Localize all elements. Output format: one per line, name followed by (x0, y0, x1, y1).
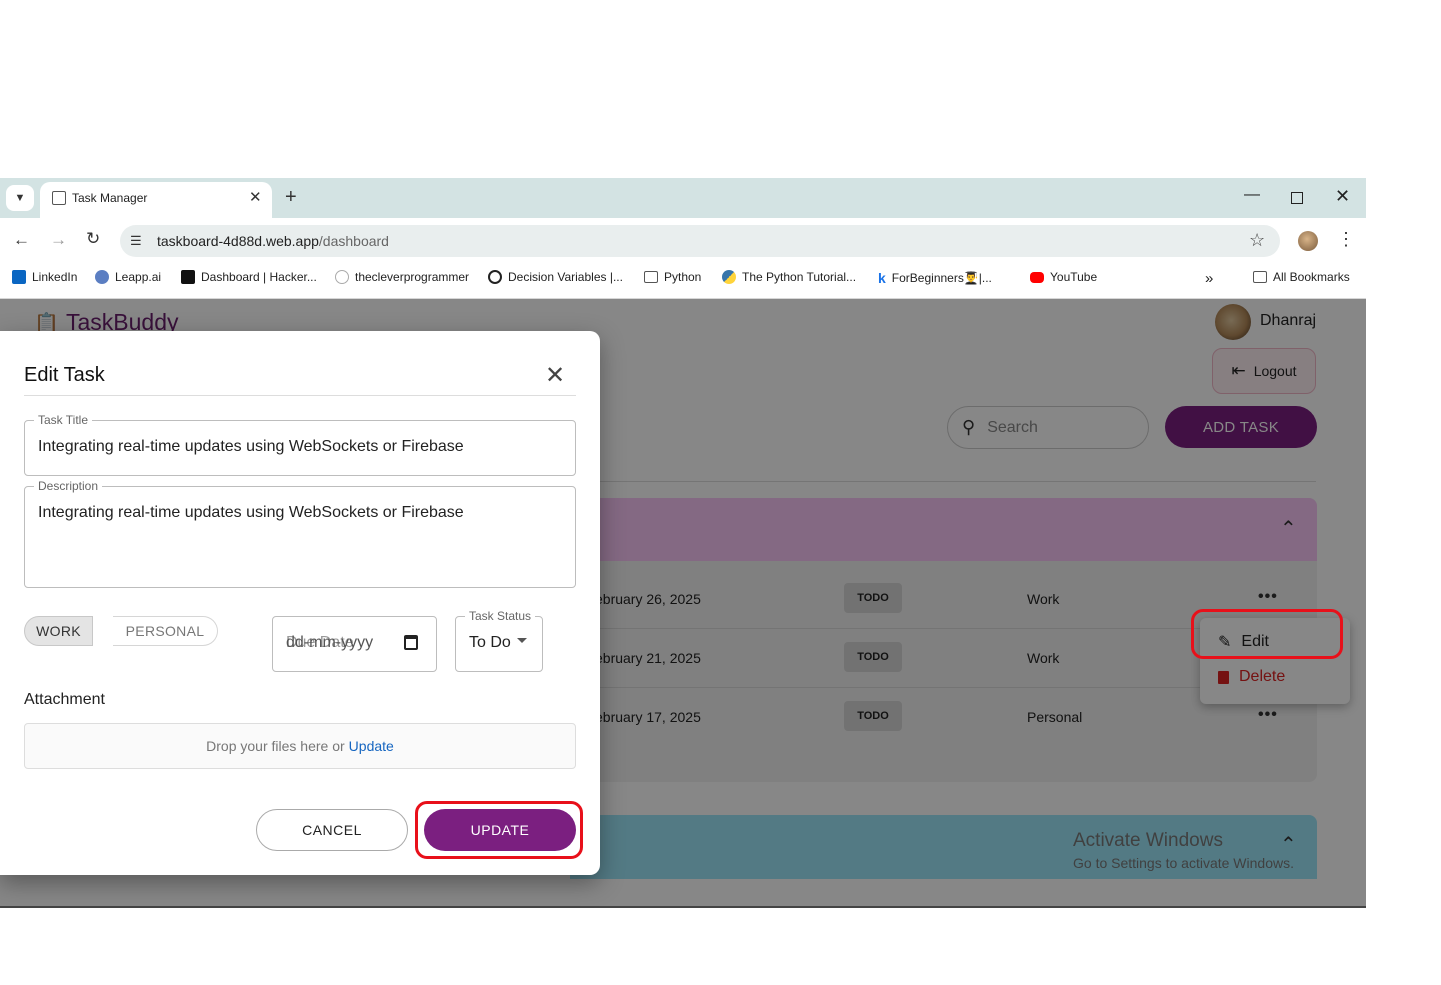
bookmark-folder-python[interactable]: Python (644, 270, 701, 284)
close-tab-icon[interactable]: ✕ (249, 188, 262, 206)
folder-icon (1253, 271, 1267, 283)
reload-icon[interactable]: ↻ (86, 229, 100, 249)
bookmark-star-icon[interactable]: ☆ (1249, 230, 1265, 251)
new-tab-icon[interactable]: + (285, 186, 297, 209)
drop-text: Drop your files here or (206, 738, 345, 754)
upload-link[interactable]: Update (349, 738, 394, 754)
cancel-button[interactable]: CANCEL (256, 809, 408, 851)
dialog-title: Edit Task (24, 364, 105, 386)
all-bookmarks[interactable]: All Bookmarks (1253, 270, 1350, 284)
bookmark-youtube[interactable]: YouTube (1030, 270, 1097, 284)
k-icon: k (878, 270, 886, 286)
bookmark-label: LinkedIn (32, 270, 78, 284)
description-label: Description (34, 479, 103, 493)
bookmark-label: Leapp.ai (115, 270, 162, 284)
caret-down-icon[interactable] (517, 638, 527, 643)
window-close-icon[interactable]: ✕ (1335, 186, 1350, 207)
bookmark-leapp[interactable]: Leapp.ai (95, 270, 161, 284)
dialog-divider (24, 395, 576, 396)
file-drop-zone[interactable]: Drop your files here or Update (24, 723, 576, 769)
browser-menu-icon[interactable]: ⋮ (1337, 229, 1355, 250)
tab-title: Task Manager (72, 191, 148, 205)
bookmark-label: YouTube (1050, 270, 1098, 284)
description-value[interactable]: Integrating real-time updates using WebS… (38, 504, 464, 522)
bookmark-label: The Python Tutorial... (742, 270, 857, 284)
thecleverprogrammer-icon (335, 270, 349, 284)
linkedin-icon (12, 270, 26, 284)
forward-arrow-icon[interactable]: → (50, 230, 67, 250)
bookmark-label: thecleverprogrammer (355, 270, 470, 284)
highlight-update-button (415, 801, 583, 859)
back-arrow-icon[interactable]: ← (13, 230, 30, 250)
task-status-value[interactable]: To Do (469, 634, 511, 652)
bookmark-thecleverprogrammer[interactable]: thecleverprogrammer (335, 270, 469, 284)
bookmark-label: Decision Variables |... (508, 270, 623, 284)
overflow-label: » (1205, 270, 1214, 287)
site-info-icon[interactable]: ☰ (130, 233, 142, 249)
bookmark-label: Dashboard | Hacker... (201, 270, 317, 284)
url-text[interactable]: taskboard-4d88d.web.app/dashboard (157, 233, 389, 249)
python-icon (722, 270, 736, 284)
clipboard-icon (52, 191, 66, 205)
bookmark-label: ForBeginners👨‍🎓|... (891, 271, 992, 285)
bookmark-linkedin[interactable]: LinkedIn (12, 270, 77, 284)
minimize-icon[interactable]: — (1244, 186, 1260, 204)
url-host: taskboard-4d88d.web.app (157, 233, 319, 249)
folder-icon (644, 271, 658, 283)
window-bottom-edge (0, 906, 1366, 908)
task-title-label: Task Title (34, 413, 93, 427)
bookmark-label: Python (664, 270, 702, 284)
bookmark-hackerrank[interactable]: Dashboard | Hacker... (181, 270, 317, 284)
task-status-label: Task Status (465, 609, 536, 623)
task-title-value[interactable]: Integrating real-time updates using WebS… (38, 438, 464, 456)
due-date-format: dd-mm-yyyy (286, 634, 374, 651)
leapp-icon (95, 270, 109, 284)
bookmark-python-tutorial[interactable]: The Python Tutorial... (722, 270, 856, 284)
youtube-icon (1030, 271, 1044, 283)
tab-search-dropdown[interactable]: ▼ (6, 185, 34, 211)
globe-icon (488, 270, 502, 284)
hackerrank-icon (181, 270, 195, 284)
bookmarks-overflow[interactable]: » (1205, 270, 1213, 287)
bookmark-label: All Bookmarks (1273, 270, 1350, 284)
bookmark-decision-variables[interactable]: Decision Variables |... (488, 270, 623, 284)
description-input[interactable] (24, 486, 576, 588)
restore-icon[interactable] (1291, 192, 1303, 204)
calendar-icon[interactable] (404, 635, 418, 650)
highlight-edit-menu-item (1191, 609, 1343, 659)
url-path: /dashboard (318, 233, 389, 249)
attachment-label: Attachment (24, 691, 105, 708)
category-personal-toggle[interactable]: PERSONAL (113, 616, 218, 646)
profile-avatar-icon[interactable] (1298, 231, 1318, 251)
category-work-toggle[interactable]: WORK (24, 616, 93, 646)
bookmark-forbeginners[interactable]: k ForBeginners👨‍🎓|... (878, 270, 992, 286)
close-icon[interactable]: ✕ (545, 361, 565, 390)
